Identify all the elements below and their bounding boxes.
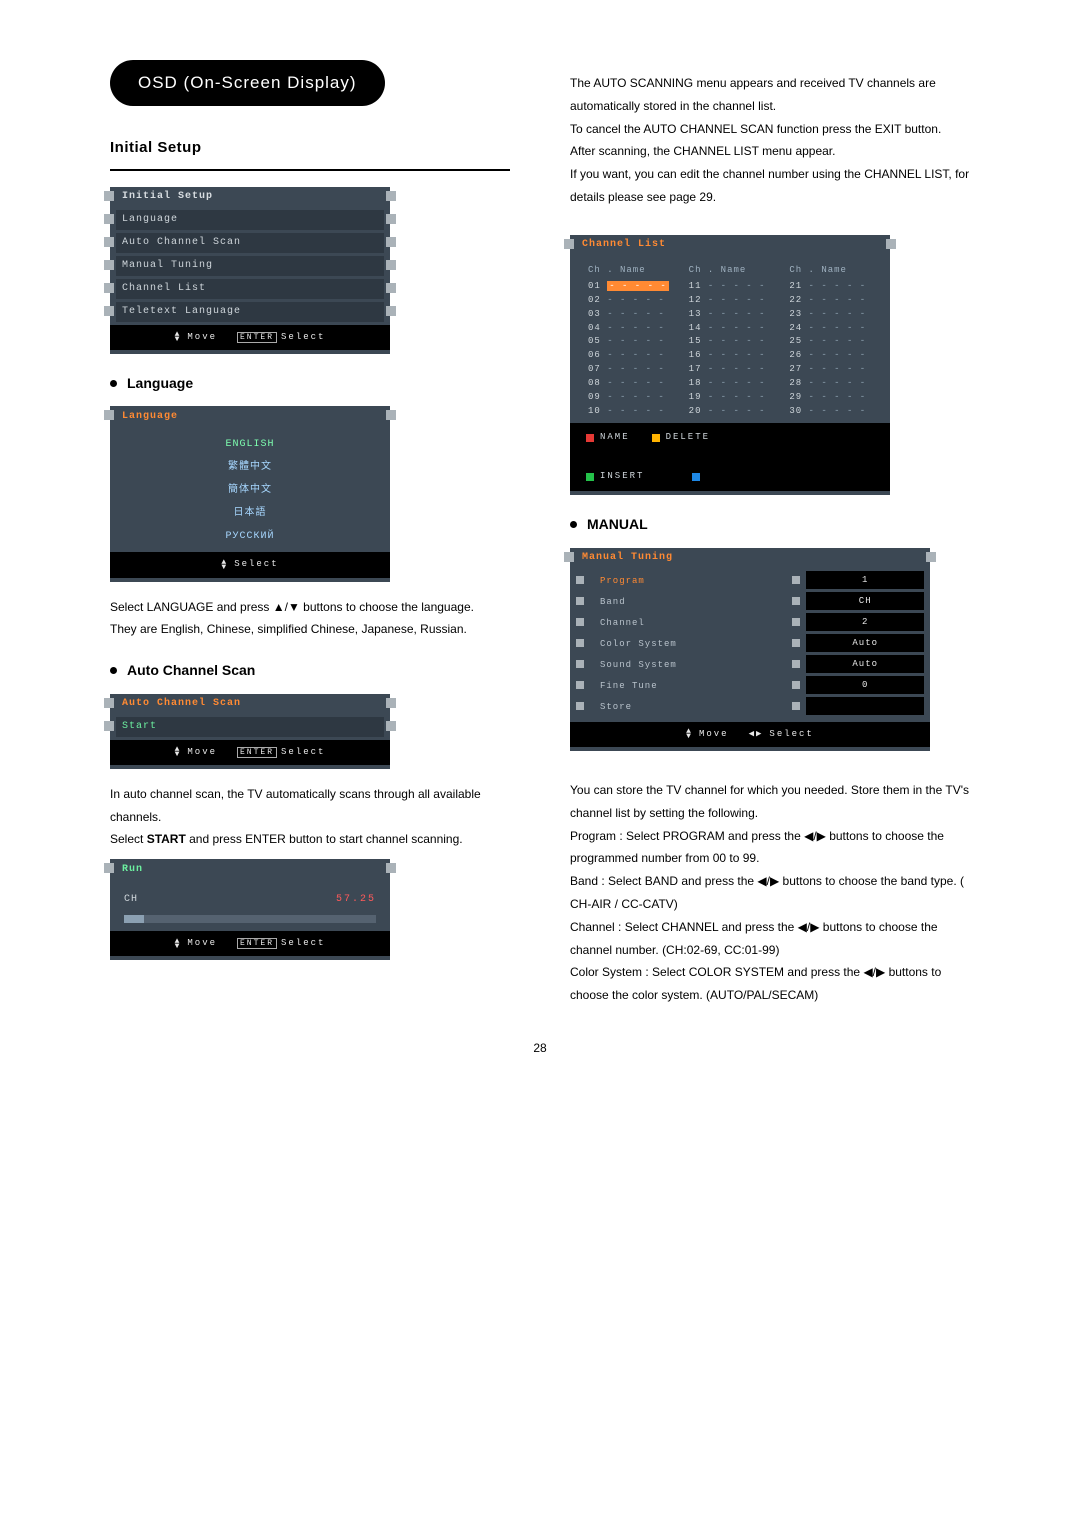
manual-body-5: Color System : Select COLOR SYSTEM and p… — [570, 961, 970, 1007]
language-body-2: They are English, Chinese, simplified Ch… — [110, 618, 510, 641]
auto-scan-start[interactable]: Start — [122, 717, 157, 736]
manual-heading: MANUAL — [570, 511, 970, 538]
mt-store-value — [806, 697, 924, 715]
osd-footer: ▲▼Move ENTERSelect — [110, 325, 390, 350]
manual-body-2: Program : Select PROGRAM and press the ◀… — [570, 825, 970, 871]
intro-p4: If you want, you can edit the channel nu… — [570, 163, 970, 209]
mt-band-label[interactable]: Band — [590, 592, 786, 610]
page-pill: OSD (On-Screen Display) — [110, 60, 385, 106]
osd-language: Language ENGLISH 繁體中文 簡体中文 日本語 РУССКИЙ ▲… — [110, 406, 390, 581]
intro-p1: The AUTO SCANNING menu appears and recei… — [570, 72, 970, 118]
osd-initial-setup: Initial Setup Language Auto Channel Scan… — [110, 187, 390, 354]
run-frequency: 57.25 — [336, 890, 376, 909]
osd-run: Run CH 57.25 ▲▼Move ENTERSelect — [110, 859, 390, 960]
mt-band-value: CH — [806, 592, 924, 610]
osd-channel-list: Channel List Ch . Name 01 - - - - - 02 -… — [570, 235, 890, 496]
autoscan-heading: Auto Channel Scan — [110, 657, 510, 684]
mt-color-label[interactable]: Color System — [590, 634, 786, 652]
osd-auto-scan: Auto Channel Scan Start ▲▼Move ENTERSele… — [110, 694, 390, 769]
manual-body-1: You can store the TV channel for which y… — [570, 779, 970, 825]
run-progress-bar — [124, 915, 376, 923]
ch-01-selected[interactable]: - - - - - — [607, 281, 669, 291]
menu-language[interactable]: Language — [122, 210, 178, 229]
lang-russian[interactable]: РУССКИЙ — [110, 525, 390, 548]
mt-program-label[interactable]: Program — [590, 571, 786, 589]
menu-auto-scan[interactable]: Auto Channel Scan — [122, 233, 241, 252]
mt-channel-label[interactable]: Channel — [590, 613, 786, 631]
intro-p3: After scanning, the CHANNEL LIST menu ap… — [570, 140, 970, 163]
ch-col-1: Ch . Name 01 - - - - - 02 - - - - - 03 -… — [588, 264, 671, 419]
lang-simp-chinese[interactable]: 簡体中文 — [110, 479, 390, 502]
lang-japanese[interactable]: 日本語 — [110, 502, 390, 525]
initial-setup-heading: Initial Setup — [110, 134, 510, 171]
run-ch-label: CH — [124, 890, 138, 909]
menu-manual-tuning[interactable]: Manual Tuning — [122, 256, 213, 275]
mt-channel-value: 2 — [806, 613, 924, 631]
page-number: 28 — [110, 1037, 970, 1060]
osd-initial-title: Initial Setup — [122, 187, 213, 206]
autoscan-body-1: In auto channel scan, the TV automatical… — [110, 783, 510, 829]
mt-program-value: 1 — [806, 571, 924, 589]
mt-fine-label[interactable]: Fine Tune — [590, 676, 786, 694]
mt-sound-label[interactable]: Sound System — [590, 655, 786, 673]
language-heading: Language — [110, 370, 510, 397]
lang-english[interactable]: ENGLISH — [110, 433, 390, 456]
ch-col-3: Ch . Name 21 - - - - - 22 - - - - - 23 -… — [789, 264, 872, 419]
ch-col-2: Ch . Name 11 - - - - - 12 - - - - - 13 -… — [689, 264, 772, 419]
menu-teletext-lang[interactable]: Teletext Language — [122, 302, 241, 321]
manual-body-4: Channel : Select CHANNEL and press the ◀… — [570, 916, 970, 962]
manual-body-3: Band : Select BAND and press the ◀/▶ but… — [570, 870, 970, 916]
mt-color-value: Auto — [806, 634, 924, 652]
lang-trad-chinese[interactable]: 繁體中文 — [110, 456, 390, 479]
channel-list-legend: NAME DELETE INSERT — [570, 423, 890, 491]
mt-fine-value: 0 — [806, 676, 924, 694]
language-body-1: Select LANGUAGE and press ▲/▼ buttons to… — [110, 596, 510, 619]
autoscan-body-2: Select START and press ENTER button to s… — [110, 828, 510, 851]
osd-manual-tuning: Manual Tuning Program1 BandCH Channel2 C… — [570, 548, 930, 751]
intro-p2: To cancel the AUTO CHANNEL SCAN function… — [570, 118, 970, 141]
mt-store-label[interactable]: Store — [590, 697, 786, 715]
menu-channel-list[interactable]: Channel List — [122, 279, 206, 298]
mt-sound-value: Auto — [806, 655, 924, 673]
